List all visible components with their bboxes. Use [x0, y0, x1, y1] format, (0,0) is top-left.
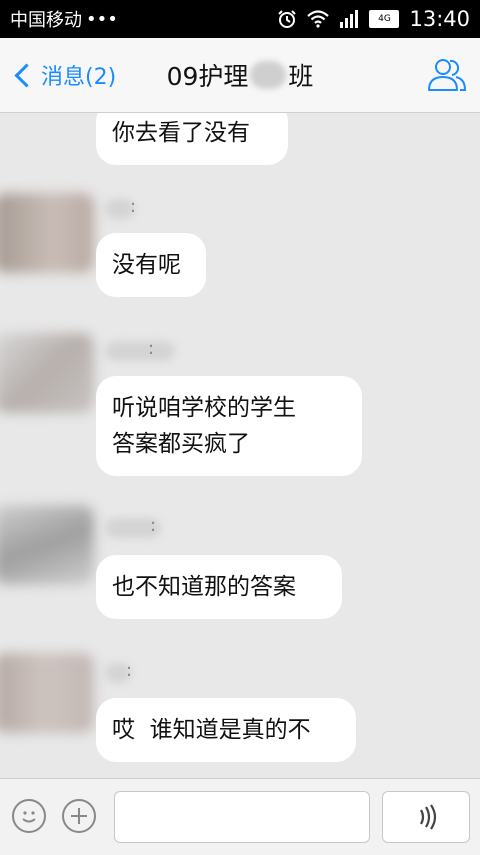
- message-bubble[interactable]: 也不知道那的答案: [96, 555, 342, 619]
- group-members-icon[interactable]: [426, 56, 468, 94]
- redacted-name: [250, 61, 287, 89]
- name-colon: :: [148, 338, 155, 359]
- network-label: 4G: [378, 14, 391, 24]
- name-colon: :: [150, 515, 157, 536]
- notification-dots: •••: [86, 8, 118, 30]
- status-left: 中国移动 •••: [10, 0, 118, 38]
- back-label: 消息(2): [41, 65, 117, 90]
- chat-area[interactable]: 你去看了没有 : 没有呢 : 听说咱学校的学生 答案都买疯了 : 也不知道那的答…: [0, 113, 480, 778]
- plus-button[interactable]: [62, 799, 96, 833]
- sender-name: [105, 341, 175, 361]
- avatar[interactable]: [0, 333, 94, 413]
- message-input[interactable]: [114, 791, 370, 843]
- voice-button[interactable]: [382, 791, 470, 843]
- carrier-name: 中国移动: [10, 10, 82, 31]
- chevron-left-icon: [14, 62, 39, 88]
- status-bar: 中国移动 ••• 4G 13:40: [0, 0, 480, 38]
- signal-icon: [340, 10, 359, 28]
- message-bubble[interactable]: 你去看了没有: [96, 113, 288, 165]
- message-bubble[interactable]: 没有呢: [96, 233, 206, 297]
- name-colon: :: [130, 196, 137, 217]
- message-bubble[interactable]: 听说咱学校的学生 答案都买疯了: [96, 376, 362, 476]
- voice-icon: [420, 804, 437, 830]
- avatar[interactable]: [0, 653, 94, 733]
- alarm-icon: [278, 10, 297, 28]
- title-suffix: 班: [288, 62, 314, 91]
- emoji-icon: [22, 811, 36, 823]
- plus-icon-stroke: [78, 808, 80, 824]
- nav-bar: 09护理 班 消息(2): [0, 38, 480, 113]
- clock: 13:40: [409, 7, 470, 31]
- title-prefix: 09护理: [166, 62, 249, 91]
- emoji-button[interactable]: [12, 799, 46, 833]
- battery-icon: 4G: [369, 10, 400, 28]
- status-right: 4G 13:40: [277, 0, 470, 38]
- avatar[interactable]: [0, 193, 94, 273]
- avatar[interactable]: [0, 505, 94, 585]
- input-bar: [0, 778, 480, 855]
- back-button[interactable]: 消息(2): [12, 38, 116, 112]
- message-bubble[interactable]: 哎 谁知道是真的不: [96, 698, 356, 762]
- wifi-icon: [307, 10, 330, 28]
- name-colon: :: [126, 660, 133, 681]
